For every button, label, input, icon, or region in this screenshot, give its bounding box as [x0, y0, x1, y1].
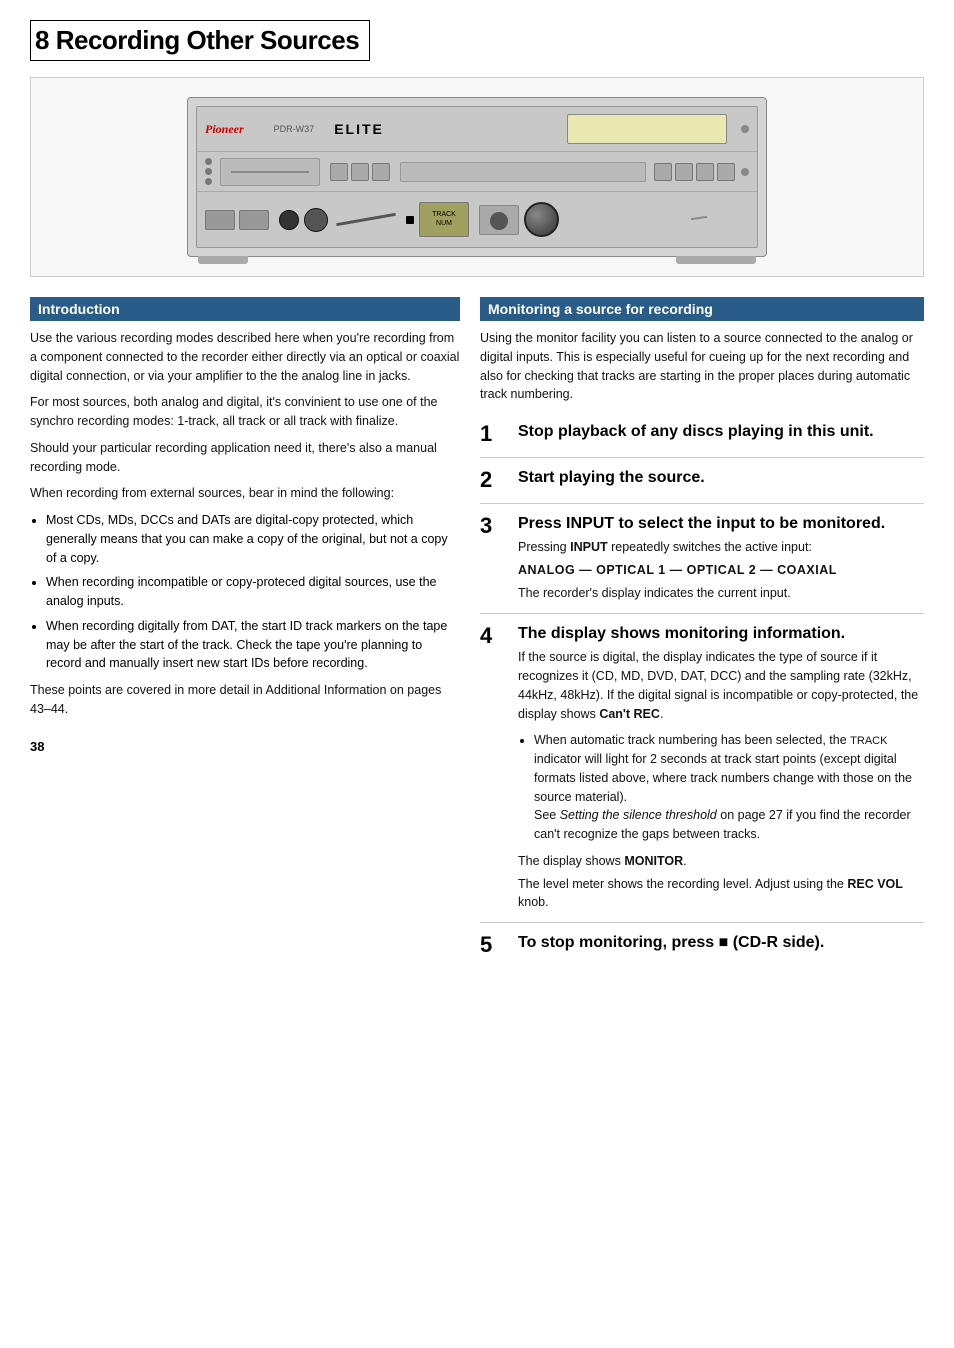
step-3-body-prefix: Pressing: [518, 540, 570, 554]
rec-vol-bold: REC VOL: [847, 877, 903, 891]
track-display: TRACKNUM: [419, 202, 469, 237]
monitor-bold: MONITOR: [624, 854, 683, 868]
step-3-title: Press INPUT to select the input to be mo…: [518, 514, 924, 535]
intro-section: Introduction Use the various recording m…: [30, 297, 460, 968]
monitoring-heading: Monitoring a source for recording: [480, 297, 924, 321]
volume-knob: [524, 202, 559, 237]
bullet-1: Most CDs, MDs, DCCs and DATs are digital…: [46, 511, 460, 567]
right-buttons: [654, 163, 735, 181]
right-dot: [741, 168, 749, 176]
rec-vol-line: The level meter shows the recording leve…: [518, 875, 924, 913]
step-4-body-main: If the source is digital, the display in…: [518, 650, 918, 720]
transport-dots: [406, 216, 414, 224]
step-3: 3 Press INPUT to select the input to be …: [480, 504, 924, 614]
bullet-3: When recording digitally from DAT, the s…: [46, 617, 460, 673]
step-5-title: To stop monitoring, press ■ (CD-R side).: [518, 933, 924, 954]
elite-label: ELITE: [334, 121, 384, 137]
step-3-content: Press INPUT to select the input to be mo…: [518, 514, 924, 603]
intro-para-1: Use the various recording modes describe…: [30, 329, 460, 385]
mid-display: [400, 162, 646, 182]
step-2-number: 2: [480, 468, 504, 492]
step-4-content: The display shows monitoring information…: [518, 624, 924, 913]
step-4-body: If the source is digital, the display in…: [518, 648, 924, 912]
step-3-input-bold: INPUT: [570, 540, 608, 554]
dial-line: [336, 213, 396, 226]
step-2: 2 Start playing the source.: [480, 458, 924, 504]
intro-bullets: Most CDs, MDs, DCCs and DATs are digital…: [46, 511, 460, 673]
track-indicator-label: TRACK: [850, 735, 887, 747]
monitor-line: The display shows MONITOR.: [518, 852, 924, 871]
step-5: 5 To stop monitoring, press ■ (CD-R side…: [480, 923, 924, 968]
step-2-title: Start playing the source.: [518, 468, 924, 489]
device-illustration: Pioneer PDR-W37 ELITE: [187, 97, 767, 257]
indicator-dot: [741, 125, 749, 133]
intro-para-4: When recording from external sources, be…: [30, 484, 460, 503]
step-1: 1 Stop playback of any discs playing in …: [480, 412, 924, 458]
device-image: Pioneer PDR-W37 ELITE: [30, 77, 924, 277]
bottom-right-handle: [676, 256, 756, 264]
step-1-content: Stop playback of any discs playing in th…: [518, 422, 924, 447]
bottom-left-handle: [198, 256, 248, 264]
step-3-body: Pressing INPUT repeatedly switches the a…: [518, 538, 924, 602]
bullet-2: When recording incompatible or copy-prot…: [46, 573, 460, 611]
transport-area: TRACKNUM: [406, 202, 749, 237]
monitoring-intro: Using the monitor facility you can liste…: [480, 329, 924, 404]
top-display: [567, 114, 727, 144]
step-1-title: Stop playback of any discs playing in th…: [518, 422, 924, 443]
right-panel: [479, 205, 519, 235]
cant-rec: Can't REC: [599, 707, 660, 721]
bottom-left-buttons: [205, 210, 269, 230]
silence-threshold-link: Setting the silence threshold: [560, 808, 717, 822]
step-4-title: The display shows monitoring information…: [518, 624, 924, 645]
mid-buttons: [330, 163, 390, 181]
step-3-footer: The recorder's display indicates the cur…: [518, 586, 791, 600]
brand-label: Pioneer: [205, 122, 244, 137]
step-4-number: 4: [480, 624, 504, 648]
page-title: 8 Recording Other Sources: [30, 20, 370, 61]
step-3-number: 3: [480, 514, 504, 538]
page-number: 38: [30, 739, 460, 754]
model-label: PDR-W37: [274, 124, 315, 134]
intro-para-2: For most sources, both analog and digita…: [30, 393, 460, 431]
step-4-bullets: When automatic track numbering has been …: [534, 731, 924, 844]
monitoring-section: Monitoring a source for recording Using …: [480, 297, 924, 968]
step-4-bullet: When automatic track numbering has been …: [534, 731, 924, 844]
step-4: 4 The display shows monitoring informati…: [480, 614, 924, 924]
step-3-body-suffix: repeatedly switches the active input:: [608, 540, 812, 554]
main-content: Introduction Use the various recording m…: [30, 297, 924, 968]
intro-para-3: Should your particular recording applica…: [30, 439, 460, 477]
step-5-number: 5: [480, 933, 504, 957]
circle-buttons: [279, 208, 328, 232]
side-dots: [205, 158, 212, 185]
step-1-number: 1: [480, 422, 504, 446]
intro-footer: These points are covered in more detail …: [30, 681, 460, 719]
step-5-content: To stop monitoring, press ■ (CD-R side).: [518, 933, 924, 958]
disc-slot: [220, 158, 320, 186]
step-2-content: Start playing the source.: [518, 468, 924, 493]
intro-heading: Introduction: [30, 297, 460, 321]
input-sequence: ANALOG — OPTICAL 1 — OPTICAL 2 — COAXIAL: [518, 561, 924, 580]
